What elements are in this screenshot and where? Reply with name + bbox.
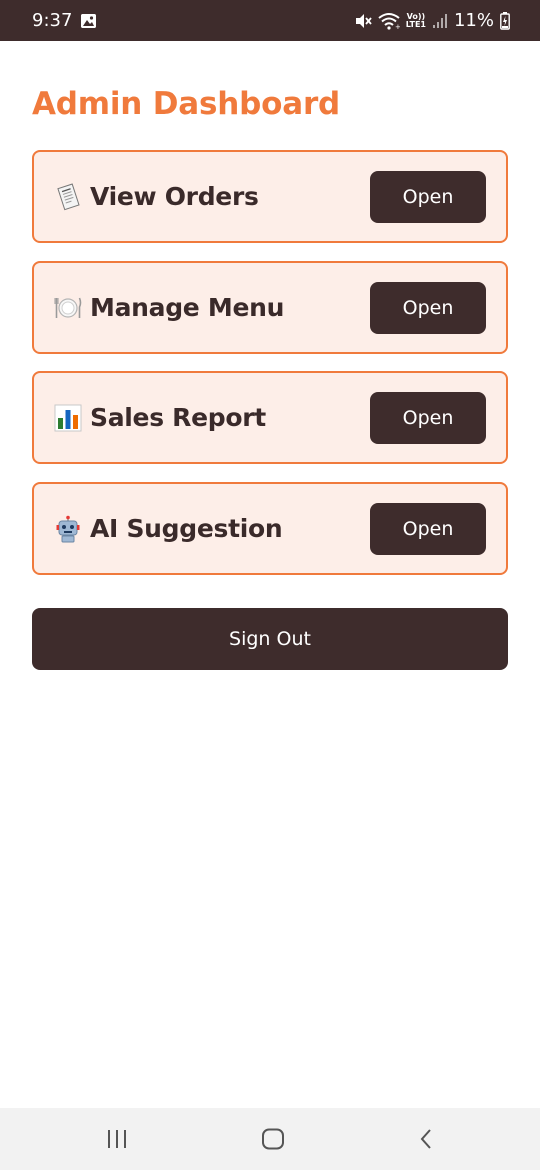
wifi-icon: + bbox=[378, 12, 400, 30]
home-icon[interactable] bbox=[261, 1128, 285, 1150]
receipt-icon bbox=[54, 182, 82, 211]
page-title: Admin Dashboard bbox=[32, 86, 341, 122]
card-title: View Orders bbox=[90, 182, 259, 211]
mute-icon bbox=[354, 12, 372, 30]
status-time: 9:37 bbox=[32, 10, 73, 31]
recent-apps-icon[interactable] bbox=[106, 1129, 128, 1149]
card-label-row: AI Suggestion bbox=[54, 484, 283, 573]
status-right: + Vo)) LTE1 11% bbox=[354, 10, 510, 31]
back-icon[interactable] bbox=[418, 1128, 434, 1150]
volte-bottom: LTE1 bbox=[405, 19, 426, 29]
open-ai-suggestion-button[interactable]: Open bbox=[370, 503, 486, 555]
card-manage-menu: Manage Menu Open bbox=[32, 261, 508, 354]
card-title: Sales Report bbox=[90, 403, 266, 432]
open-sales-report-button[interactable]: Open bbox=[370, 392, 486, 444]
image-notification-icon bbox=[81, 13, 97, 28]
status-left: 9:37 bbox=[32, 10, 97, 31]
card-title: AI Suggestion bbox=[90, 514, 283, 543]
battery-charging-icon bbox=[500, 11, 510, 30]
card-title: Manage Menu bbox=[90, 293, 285, 322]
card-sales-report: Sales Report Open bbox=[32, 371, 508, 464]
volte-icon: Vo)) LTE1 bbox=[405, 12, 426, 29]
robot-icon bbox=[54, 515, 82, 543]
card-ai-suggestion: AI Suggestion Open bbox=[32, 482, 508, 575]
bar-chart-icon bbox=[54, 404, 82, 432]
open-view-orders-button[interactable]: Open bbox=[370, 171, 486, 223]
sign-out-button[interactable]: Sign Out bbox=[32, 608, 508, 670]
navigation-bar bbox=[0, 1108, 540, 1170]
card-view-orders: View Orders Open bbox=[32, 150, 508, 243]
plate-cutlery-icon bbox=[54, 294, 82, 322]
svg-text:+: + bbox=[395, 23, 400, 30]
signal-icon bbox=[432, 13, 448, 29]
card-label-row: Sales Report bbox=[54, 373, 266, 462]
card-label-row: View Orders bbox=[54, 152, 259, 241]
status-bar: 9:37 + Vo)) LTE1 11% bbox=[0, 0, 540, 41]
battery-level: 11% bbox=[453, 10, 494, 31]
card-label-row: Manage Menu bbox=[54, 263, 284, 352]
open-manage-menu-button[interactable]: Open bbox=[370, 282, 486, 334]
